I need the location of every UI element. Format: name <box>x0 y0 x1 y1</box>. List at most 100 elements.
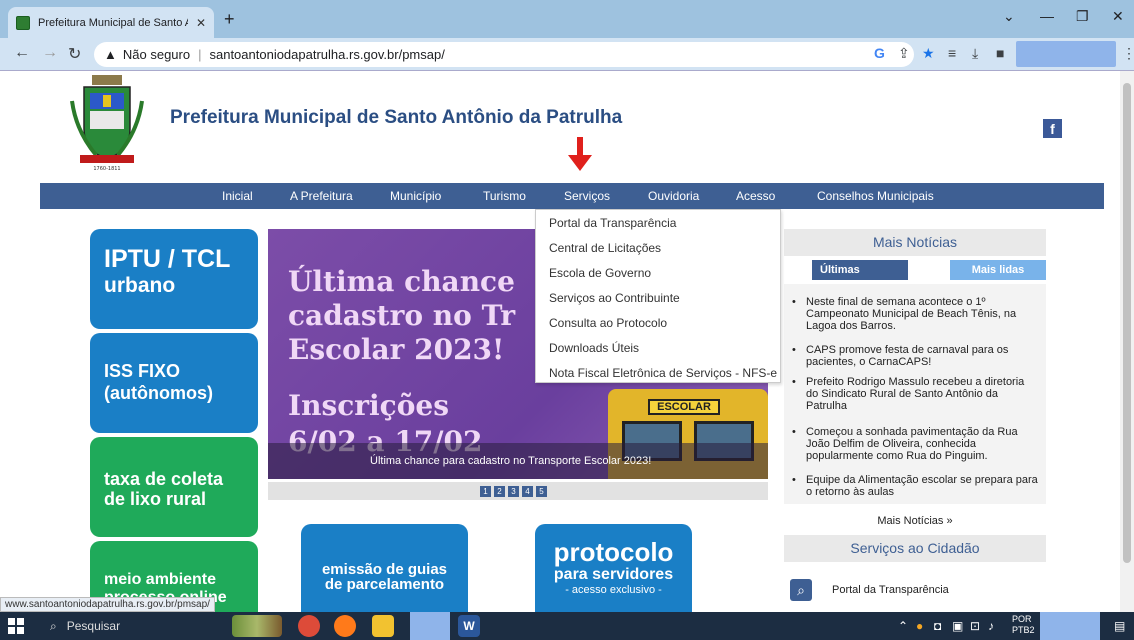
menu-item-escola-governo[interactable]: Escola de Governo <box>549 266 651 280</box>
warning-icon: ▲ <box>104 47 117 62</box>
language-line2: PTB2 <box>1012 625 1035 635</box>
network-icon[interactable]: ⊡ <box>970 619 980 633</box>
taxa-coleta-lixo-button[interactable]: taxa de coleta de lixo rural <box>90 437 258 537</box>
nav-conselhos-municipais[interactable]: Conselhos Municipais <box>817 189 934 203</box>
search-icon: ⌕ <box>50 618 57 633</box>
tray-flame-icon[interactable]: ● <box>916 619 923 633</box>
url-text[interactable]: santoantoniodapatrulha.rs.gov.br/pmsap/ <box>209 47 444 62</box>
slider-page-1[interactable]: 1 <box>480 486 491 497</box>
restore-button[interactable]: ❐ <box>1076 8 1089 25</box>
tray-app-icon[interactable]: ◘ <box>934 619 941 633</box>
iss-fixo-button[interactable]: ISS FIXO (autônomos) <box>90 333 258 433</box>
nav-inicial[interactable]: Inicial <box>222 189 253 203</box>
menu-item-servicos-contribuinte[interactable]: Serviços ao Contribuinte <box>549 291 680 305</box>
protocolo-title: protocolo <box>553 537 674 567</box>
reload-icon[interactable]: ↻ <box>68 44 81 64</box>
scrollbar-thumb[interactable] <box>1123 83 1131 563</box>
mais-noticias-link[interactable]: Mais Notícias » <box>784 515 1046 527</box>
site-title[interactable]: Prefeitura Municipal de Santo Antônio da… <box>170 107 622 129</box>
mais-noticias-title: Mais Notícias <box>784 229 1046 256</box>
bus-sign: ESCOLAR <box>648 399 720 415</box>
windows-start-icon[interactable] <box>8 618 24 634</box>
news-item[interactable]: Equipe da Alimentação escolar se prepara… <box>792 474 1038 498</box>
slider-caption-text[interactable]: Última chance para cadastro no Transport… <box>370 455 651 467</box>
menu-item-central-licitacoes[interactable]: Central de Licitações <box>549 241 661 255</box>
nav-a-prefeitura[interactable]: A Prefeitura <box>290 189 353 203</box>
profile-button[interactable] <box>1016 41 1116 67</box>
clock-placeholder[interactable] <box>1040 612 1100 640</box>
slider-text-line2: cadastro no Tr <box>288 299 516 332</box>
menu-item-portal-transparencia[interactable]: Portal da Transparência <box>549 216 676 230</box>
back-arrow-icon[interactable]: ← <box>14 44 30 62</box>
slider-text-line1: Última chance <box>288 265 515 298</box>
meio-label-line1: meio ambiente <box>104 571 217 588</box>
menu-icon[interactable]: ⋮ <box>1122 45 1134 62</box>
red-arrow-annotation <box>568 137 592 171</box>
lixo-label-line2: de lixo rural <box>104 489 207 509</box>
guias-label-line2: de parcelamento <box>324 576 445 593</box>
share-icon[interactable]: ⇪ <box>898 45 910 62</box>
forward-arrow-icon[interactable]: → <box>42 44 58 62</box>
address-bar[interactable]: ▲ Não seguro | santoantoniodapatrulha.rs… <box>94 42 914 67</box>
iptu-tcl-button[interactable]: IPTU / TCL urbano <box>90 229 258 329</box>
tab-ultimas[interactable]: Últimas <box>812 260 908 280</box>
nav-servicos[interactable]: Serviços <box>564 189 610 203</box>
language-indicator[interactable]: POR PTB2 <box>1012 614 1035 636</box>
slider-page-4[interactable]: 4 <box>522 486 533 497</box>
menu-item-downloads-uteis[interactable]: Downloads Úteis <box>549 341 639 355</box>
search-highlight-icon[interactable] <box>232 615 282 637</box>
google-icon[interactable]: G <box>874 45 885 61</box>
word-icon[interactable]: W <box>458 615 480 637</box>
security-label[interactable]: Não seguro <box>123 47 190 62</box>
firefox-icon[interactable] <box>334 615 356 637</box>
slider-page-2[interactable]: 2 <box>494 486 505 497</box>
minimize-button[interactable]: — <box>1040 8 1054 24</box>
service-item-portal-transparencia[interactable]: ⌕ Portal da Transparência <box>790 579 949 601</box>
browser-tab-bar: Prefeitura Municipal de Santo An ✕ + ⌄ —… <box>0 0 1134 38</box>
chrome-icon[interactable] <box>298 615 320 637</box>
browser-toolbar: ← → ↻ ▲ Não seguro | santoantoniodapatru… <box>0 38 1134 71</box>
iss-label-line1: ISS FIXO <box>104 361 181 381</box>
news-item[interactable]: Neste final de semana acontece o 1º Camp… <box>792 296 1038 332</box>
menu-item-nfs-e[interactable]: Nota Fiscal Eletrônica de Serviços - NFS… <box>549 366 777 380</box>
bookmark-star-icon[interactable]: ★ <box>922 45 935 62</box>
side-panel-icon[interactable]: ■ <box>996 45 1004 61</box>
browser-tab[interactable]: Prefeitura Municipal de Santo An ✕ <box>8 7 214 38</box>
slider-pager: 1 2 3 4 5 <box>268 482 768 500</box>
tray-display-icon[interactable]: ▣ <box>952 619 963 633</box>
nav-acesso[interactable]: Acesso <box>736 189 775 203</box>
volume-icon[interactable]: ♪ <box>988 619 994 633</box>
site-favicon-icon <box>16 15 30 30</box>
tab-close-icon[interactable]: ✕ <box>196 16 206 30</box>
slider-page-3[interactable]: 3 <box>508 486 519 497</box>
tab-search-icon[interactable]: ⌄ <box>1003 8 1015 25</box>
nav-municipio[interactable]: Município <box>390 189 441 203</box>
slider-page-5[interactable]: 5 <box>536 486 547 497</box>
close-window-button[interactable]: ✕ <box>1112 8 1124 25</box>
taskbar-app-placeholder[interactable] <box>410 612 450 640</box>
language-line1: POR <box>1012 614 1032 624</box>
news-item[interactable]: Começou a sonhada pavimentação da Rua Jo… <box>792 426 1038 462</box>
news-tabs: Últimas Mais lidas <box>784 260 1046 280</box>
nav-turismo[interactable]: Turismo <box>483 189 526 203</box>
download-icon[interactable]: ⤓ <box>972 45 978 62</box>
page-scrollbar[interactable] <box>1120 71 1134 612</box>
iss-label-line2: (autônomos) <box>104 383 213 403</box>
new-tab-button[interactable]: + <box>224 9 235 30</box>
tab-mais-lidas[interactable]: Mais lidas <box>950 260 1046 280</box>
notifications-icon[interactable]: ▤ <box>1114 619 1125 633</box>
slider-text-line3: Escolar 2023! <box>288 333 505 366</box>
reading-list-icon[interactable]: ≡ <box>948 45 956 61</box>
taskbar-search[interactable]: ⌕ Pesquisar <box>40 612 230 640</box>
news-item[interactable]: CAPS promove festa de carnaval para os p… <box>792 344 1038 368</box>
nav-ouvidoria[interactable]: Ouvidoria <box>648 189 699 203</box>
news-item[interactable]: Prefeito Rodrigo Massulo recebeu a diret… <box>792 376 1038 412</box>
tray-expand-icon[interactable]: ⌃ <box>898 619 908 633</box>
protocolo-servidores-button[interactable]: protocolo para servidores - acesso exclu… <box>535 524 692 612</box>
windows-taskbar: ⌕ Pesquisar W ⌃ ● ◘ ▣ ⊡ ♪ POR PTB2 ▤ <box>0 612 1134 640</box>
menu-item-consulta-protocolo[interactable]: Consulta ao Protocolo <box>549 316 667 330</box>
facebook-icon[interactable]: f <box>1043 119 1062 138</box>
emissao-guias-button[interactable]: emissão de guias de parcelamento <box>301 524 468 612</box>
file-explorer-icon[interactable] <box>372 615 394 637</box>
taskbar-search-placeholder: Pesquisar <box>66 619 121 633</box>
